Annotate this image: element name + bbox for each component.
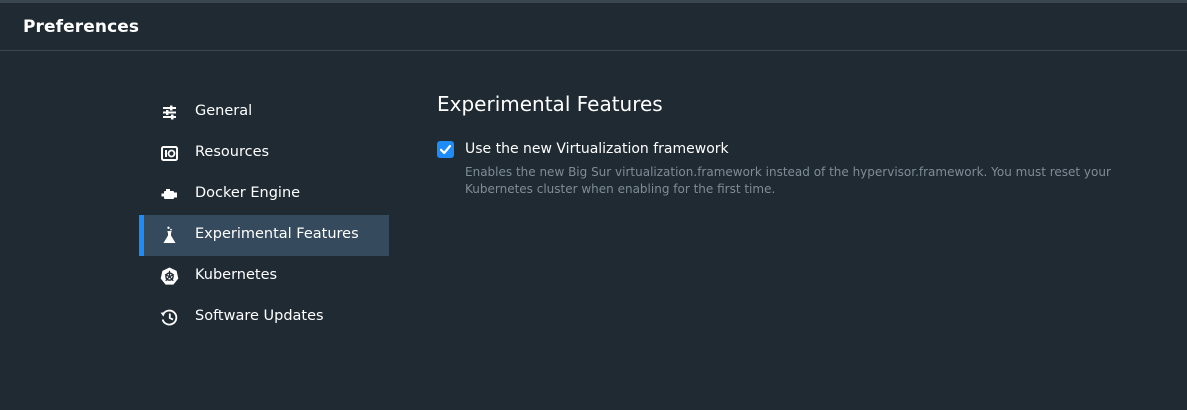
option-label[interactable]: Use the new Virtualization framework — [465, 141, 729, 157]
main-content: Experimental Features Use the new Virtua… — [437, 92, 1182, 196]
sidebar-item-docker-engine[interactable]: Docker Engine — [139, 174, 389, 215]
sidebar-item-label: Docker Engine — [195, 185, 301, 201]
sidebar-item-software-updates[interactable]: Software Updates — [139, 297, 389, 338]
sidebar-item-experimental-features[interactable]: Experimental Features — [139, 215, 389, 256]
history-icon — [160, 308, 179, 327]
title-bar: Preferences — [0, 3, 1187, 51]
sidebar-item-resources[interactable]: Resources — [139, 133, 389, 174]
section-title: Experimental Features — [437, 92, 663, 116]
preferences-sidebar: General Resources Docker Engine Experime… — [139, 92, 389, 338]
flask-icon — [160, 226, 179, 245]
sidebar-item-label: Experimental Features — [195, 226, 359, 242]
sidebar-item-label: Software Updates — [195, 308, 324, 324]
sidebar-item-label: General — [195, 103, 253, 119]
window-title: Preferences — [23, 17, 140, 37]
sidebar-item-label: Kubernetes — [195, 267, 278, 283]
checkmark-icon — [439, 144, 452, 155]
preferences-window: Preferences General Resources Docker Eng… — [0, 0, 1187, 410]
sidebar-item-general[interactable]: General — [139, 92, 389, 133]
option-description: Enables the new Big Sur virtualization.f… — [465, 165, 1111, 196]
resources-icon — [160, 144, 179, 163]
sidebar-item-kubernetes[interactable]: Kubernetes — [139, 256, 389, 297]
sliders-icon — [160, 103, 179, 122]
sidebar-item-label: Resources — [195, 144, 270, 160]
kubernetes-icon — [160, 267, 179, 286]
virtualization-checkbox[interactable] — [437, 141, 454, 158]
engine-icon — [160, 185, 179, 204]
